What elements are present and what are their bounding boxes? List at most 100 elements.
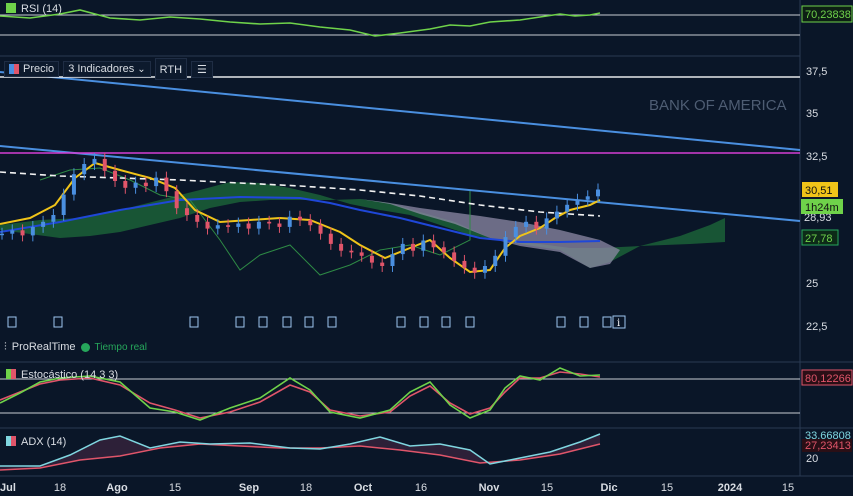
document-event-icon[interactable] (441, 316, 451, 328)
candle[interactable] (20, 230, 25, 236)
document-event-icon[interactable] (327, 316, 337, 328)
indicators-label: 3 Indicadores (68, 63, 135, 75)
x-tick-label: Sep (239, 482, 259, 494)
candle[interactable] (71, 174, 76, 195)
price-tick-35: 35 (806, 108, 818, 120)
price-tick-37-5: 37,5 (806, 66, 827, 78)
document-event-icon[interactable] (419, 316, 429, 328)
rsi-label[interactable]: RSI (14) (21, 3, 62, 15)
x-tick-label: 15 (541, 482, 553, 494)
candle[interactable] (267, 221, 272, 224)
adx-label[interactable]: ADX (14) (21, 436, 66, 448)
candle[interactable] (359, 252, 364, 256)
candle[interactable] (513, 226, 518, 238)
candle[interactable] (421, 240, 426, 251)
stoch-label[interactable]: Estocástico (14 3 3) (21, 369, 118, 381)
candle[interactable] (534, 221, 539, 229)
countdown-value: 1h24m (805, 202, 839, 214)
candle[interactable] (174, 191, 179, 209)
candle[interactable] (339, 243, 344, 251)
document-event-icon[interactable] (53, 316, 63, 328)
candle[interactable] (164, 177, 169, 192)
document-event-icon[interactable] (304, 316, 314, 328)
indicators-dropdown[interactable]: 3 Indicadores ⌄ (63, 61, 151, 77)
candle[interactable] (298, 216, 302, 221)
candle[interactable] (246, 223, 251, 229)
candle[interactable] (369, 255, 374, 263)
candle[interactable] (349, 250, 354, 253)
candle[interactable] (143, 182, 148, 187)
candle[interactable] (596, 189, 600, 197)
candle[interactable] (452, 252, 457, 261)
document-event-icon[interactable] (602, 316, 612, 328)
candle[interactable] (328, 233, 333, 244)
rth-button[interactable]: RTH (154, 58, 188, 80)
price-label: Precio (23, 63, 55, 75)
candle[interactable] (472, 267, 477, 273)
candle[interactable] (133, 182, 138, 188)
adx-value-2: 27,23413 (805, 440, 851, 452)
x-tick-label: 18 (54, 482, 66, 494)
rsi-value: 70,23838 (805, 9, 851, 21)
document-event-icon[interactable] (556, 316, 566, 328)
candle[interactable] (400, 243, 405, 255)
candle[interactable] (30, 226, 35, 236)
candle[interactable] (575, 199, 580, 205)
candle[interactable] (51, 215, 56, 222)
candle[interactable] (226, 225, 231, 227)
candle[interactable] (287, 216, 292, 227)
candle[interactable] (41, 221, 46, 227)
candle[interactable] (113, 170, 118, 181)
rsi-pane: RSI (14) 70,23838 (0, 3, 853, 37)
candle[interactable] (318, 225, 323, 234)
candle[interactable] (524, 221, 529, 227)
candle[interactable] (431, 240, 436, 248)
x-tick-label: 15 (782, 482, 794, 494)
candle[interactable] (462, 260, 467, 268)
candle[interactable] (585, 196, 590, 200)
candle[interactable] (10, 230, 15, 234)
candles-logo-icon: ⫶ (4, 340, 7, 353)
document-event-icon[interactable] (579, 316, 589, 328)
candle[interactable] (61, 194, 66, 215)
rsi-legend-swatch (6, 3, 16, 13)
candle[interactable] (482, 266, 487, 273)
candle[interactable] (195, 215, 200, 222)
candle[interactable] (82, 164, 87, 175)
candle[interactable] (236, 223, 241, 227)
document-event-icon[interactable] (258, 316, 268, 328)
candle[interactable] (184, 208, 189, 215)
x-tick-label: Jul (0, 482, 16, 494)
candle[interactable] (441, 247, 446, 253)
candle[interactable] (205, 221, 210, 229)
candle[interactable] (102, 158, 107, 171)
candle[interactable] (92, 158, 97, 164)
price-legend-swatch (9, 64, 19, 74)
candle[interactable] (308, 220, 313, 226)
candle[interactable] (154, 177, 159, 187)
candle[interactable] (493, 255, 498, 266)
candle[interactable] (123, 181, 128, 188)
candle[interactable] (256, 221, 261, 229)
candle[interactable] (411, 243, 416, 251)
candle[interactable] (544, 218, 549, 229)
document-event-icon[interactable] (7, 316, 17, 328)
list-icon[interactable]: ☰ (191, 60, 213, 78)
chevron-down-icon: ⌄ (137, 63, 146, 75)
price-tick-25: 25 (806, 278, 818, 290)
candle[interactable] (390, 254, 395, 266)
candle[interactable] (554, 211, 559, 219)
candle[interactable] (215, 225, 220, 229)
candle[interactable] (565, 204, 570, 212)
candle[interactable] (380, 262, 385, 266)
document-event-icon[interactable] (465, 316, 475, 328)
candle[interactable] (0, 233, 4, 236)
document-event-icon[interactable] (282, 316, 292, 328)
document-event-icon[interactable] (189, 316, 199, 328)
x-tick-label: 16 (415, 482, 427, 494)
candle[interactable] (503, 237, 508, 256)
candle[interactable] (277, 223, 282, 227)
document-event-icon[interactable] (235, 316, 245, 328)
price-legend[interactable]: Precio (4, 61, 60, 77)
document-event-icon[interactable] (396, 316, 406, 328)
